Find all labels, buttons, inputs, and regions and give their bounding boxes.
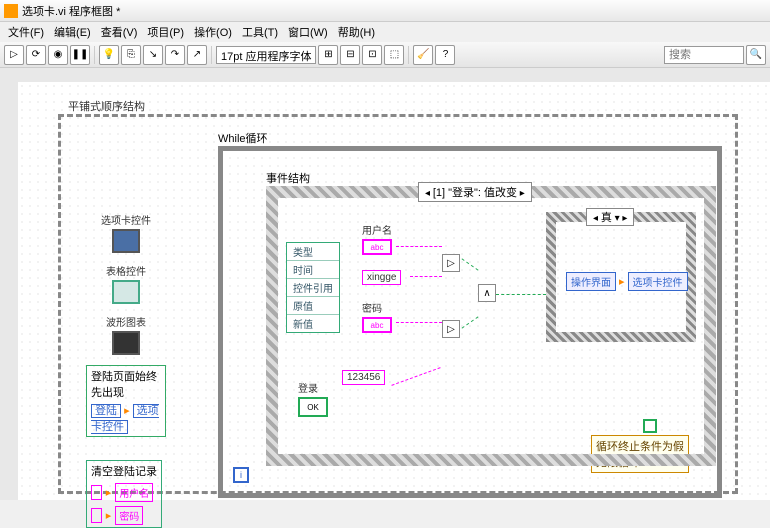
op-ui-const[interactable]: 操作界面 bbox=[566, 272, 616, 291]
equal-node-2[interactable]: ▷ bbox=[442, 320, 460, 338]
login-button-group: 登录 OK bbox=[298, 380, 328, 417]
clear-login-comment: 清空登陆记录 ▸用户名 ▸密码 bbox=[86, 460, 162, 528]
left-controls-area: 选项卡控件 表格控件 波形图表 登陆页面始终先出现 登陆 ▸ 选项卡控件 bbox=[86, 212, 166, 437]
event-selector[interactable]: ◂ [1] "登录": 值改变 ▸ bbox=[418, 182, 532, 202]
pause-button[interactable]: ❚❚ bbox=[70, 45, 90, 65]
pwd-label: 密码 bbox=[362, 300, 392, 315]
step-into-button[interactable]: ↘ bbox=[143, 45, 163, 65]
font-selector[interactable]: 17pt 应用程序字体 bbox=[216, 46, 316, 64]
arrow-icon: ▸ bbox=[106, 486, 112, 499]
event-label: 事件结构 bbox=[266, 170, 310, 186]
login-first-comment: 登陆页面始终先出现 登陆 ▸ 选项卡控件 bbox=[86, 365, 166, 437]
table-control-terminal[interactable]: 表格控件 bbox=[86, 263, 166, 304]
empty-const-2[interactable] bbox=[91, 508, 102, 523]
equal-node-1[interactable]: ▷ bbox=[442, 254, 460, 272]
tab-indicator[interactable]: 选项卡控件 bbox=[628, 272, 688, 291]
login-label: 登录 bbox=[298, 380, 328, 395]
align-button[interactable]: ⊞ bbox=[318, 45, 338, 65]
titlebar: 选项卡.vi 程序框图 * bbox=[0, 0, 770, 22]
app-icon bbox=[4, 4, 18, 18]
term-newval: 新值 bbox=[287, 315, 339, 332]
while-label: While循环 bbox=[218, 130, 268, 146]
search-icon[interactable]: 🔍 bbox=[746, 45, 766, 65]
case-content: 操作界面 ▸ 选项卡控件 bbox=[566, 272, 688, 291]
run-cont-button[interactable]: ⟳ bbox=[26, 45, 46, 65]
term-ctrlref: 控件引用 bbox=[287, 279, 339, 297]
menu-help[interactable]: 帮助(H) bbox=[334, 23, 379, 41]
step-out-button[interactable]: ↗ bbox=[187, 45, 207, 65]
pwd-terminal[interactable]: abc bbox=[362, 317, 392, 333]
chart-terminal[interactable]: 波形图表 bbox=[86, 314, 166, 355]
wire bbox=[396, 246, 442, 247]
user-terminal[interactable]: abc bbox=[362, 239, 392, 255]
abort-button[interactable]: ◉ bbox=[48, 45, 68, 65]
menu-edit[interactable]: 编辑(E) bbox=[50, 23, 95, 41]
term-type: 类型 bbox=[287, 243, 339, 261]
wire bbox=[410, 276, 442, 277]
username-group: 用户名 abc bbox=[362, 222, 392, 255]
resize-button[interactable]: ⊡ bbox=[362, 45, 382, 65]
wire bbox=[396, 322, 442, 323]
table-icon bbox=[112, 280, 140, 304]
search-input[interactable] bbox=[664, 46, 744, 64]
and-node[interactable]: ∧ bbox=[478, 284, 496, 302]
block-diagram-canvas[interactable]: 平铺式顺序结构 选项卡控件 表格控件 波形图表 登陆页面始终先出现 登陆 ▸ 选… bbox=[0, 68, 770, 500]
user-local[interactable]: 用户名 bbox=[115, 483, 153, 502]
retain-button[interactable]: ⎘ bbox=[121, 45, 141, 65]
sequence-label: 平铺式顺序结构 bbox=[68, 98, 145, 114]
login-terminal[interactable]: OK bbox=[298, 397, 328, 417]
login-const[interactable]: 登陆 bbox=[91, 404, 121, 418]
context-help-button[interactable]: ? bbox=[435, 45, 455, 65]
separator bbox=[408, 46, 409, 64]
password-group: 密码 abc bbox=[362, 300, 392, 333]
empty-const-1[interactable] bbox=[91, 485, 102, 500]
event-data-node[interactable]: 类型 时间 控件引用 原值 新值 bbox=[286, 242, 340, 333]
window-title: 选项卡.vi 程序框图 * bbox=[22, 3, 120, 19]
iteration-terminal[interactable]: i bbox=[233, 467, 249, 483]
toolbar: ▷ ⟳ ◉ ❚❚ 💡 ⎘ ↘ ↷ ↗ 17pt 应用程序字体 ⊞ ⊟ ⊡ ⬚ 🧹… bbox=[0, 42, 770, 68]
arrow-icon: ▸ bbox=[106, 509, 112, 522]
separator bbox=[211, 46, 212, 64]
pwd-constant[interactable]: 123456 bbox=[342, 370, 385, 385]
term-time: 时间 bbox=[287, 261, 339, 279]
wire bbox=[496, 294, 546, 295]
cleanup-button[interactable]: 🧹 bbox=[413, 45, 433, 65]
menu-tools[interactable]: 工具(T) bbox=[238, 23, 282, 41]
menu-project[interactable]: 项目(P) bbox=[143, 23, 188, 41]
separator bbox=[94, 46, 95, 64]
distribute-button[interactable]: ⊟ bbox=[340, 45, 360, 65]
tab-control-terminal[interactable]: 选项卡控件 bbox=[86, 212, 166, 253]
menu-operate[interactable]: 操作(O) bbox=[190, 23, 236, 41]
reorder-button[interactable]: ⬚ bbox=[384, 45, 404, 65]
run-button[interactable]: ▷ bbox=[4, 45, 24, 65]
term-oldval: 原值 bbox=[287, 297, 339, 315]
user-constant[interactable]: xingge bbox=[362, 270, 401, 285]
user-label: 用户名 bbox=[362, 222, 392, 237]
case-selector[interactable]: ◂ 真 ▾ ▸ bbox=[586, 208, 634, 226]
arrow-icon: ▸ bbox=[124, 405, 130, 417]
highlight-button[interactable]: 💡 bbox=[99, 45, 119, 65]
menu-file[interactable]: 文件(F) bbox=[4, 23, 48, 41]
menubar: 文件(F) 编辑(E) 查看(V) 项目(P) 操作(O) 工具(T) 窗口(W… bbox=[0, 22, 770, 42]
menu-view[interactable]: 查看(V) bbox=[97, 23, 142, 41]
step-over-button[interactable]: ↷ bbox=[165, 45, 185, 65]
arrow-icon: ▸ bbox=[619, 275, 625, 288]
chart-icon bbox=[112, 331, 140, 355]
pwd-local[interactable]: 密码 bbox=[115, 506, 143, 525]
tab-icon bbox=[112, 229, 140, 253]
menu-window[interactable]: 窗口(W) bbox=[284, 23, 332, 41]
